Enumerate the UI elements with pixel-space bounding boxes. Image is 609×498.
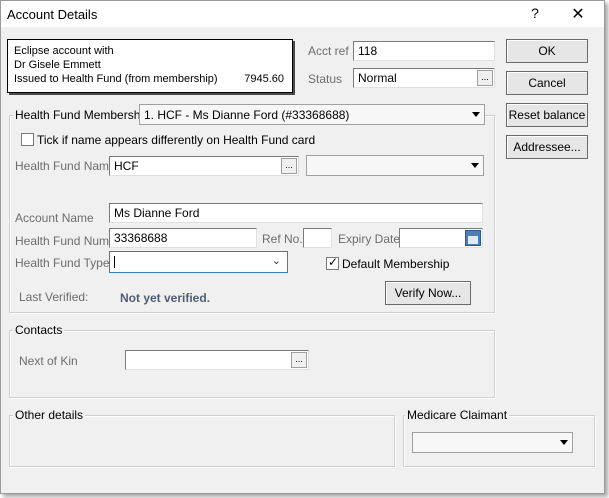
ok-button[interactable]: OK xyxy=(506,39,588,63)
account-details-dialog: Account Details ? ✕ Eclipse account with… xyxy=(0,0,605,494)
account-info-box: Eclipse account with Dr Gisele Emmett Is… xyxy=(7,39,293,93)
next-of-kin-label: Next of Kin xyxy=(19,354,78,368)
help-button[interactable]: ? xyxy=(525,5,545,23)
fund-name-input[interactable]: HCF ... xyxy=(109,156,299,176)
status-input[interactable]: Normal ... xyxy=(353,68,495,88)
addressee-button[interactable]: Addressee... xyxy=(506,135,588,159)
dialog-title: Account Details xyxy=(7,7,98,22)
reset-balance-button[interactable]: Reset balance xyxy=(506,103,588,127)
last-verified-value: Not yet verified. xyxy=(120,291,211,305)
close-button[interactable]: ✕ xyxy=(567,4,589,24)
verify-now-button[interactable]: Verify Now... xyxy=(385,281,471,305)
expiry-date-input[interactable] xyxy=(399,228,483,248)
tick-name-label: Tick if name appears differently on Heal… xyxy=(37,133,316,147)
ref-no-input[interactable] xyxy=(303,228,332,248)
other-details-title: Other details xyxy=(13,408,86,422)
membership-selected: 1. HCF - Ms Dianne Ford (#33368688) xyxy=(144,108,350,122)
calendar-icon[interactable] xyxy=(465,230,481,246)
fund-name-ellipsis-button[interactable]: ... xyxy=(281,158,297,174)
title-bar: Account Details ? ✕ xyxy=(1,1,604,27)
fund-name-value: HCF xyxy=(114,159,139,173)
last-verified-label: Last Verified: xyxy=(19,290,89,304)
chevron-down-icon xyxy=(560,440,568,445)
tick-name-checkbox[interactable] xyxy=(21,133,34,146)
ref-no-label: Ref No. xyxy=(262,232,303,246)
contacts-group-title: Contacts xyxy=(13,323,65,337)
account-name-label: Account Name xyxy=(15,211,94,225)
chevron-down-icon xyxy=(472,112,480,117)
expiry-date-label: Expiry Date xyxy=(338,232,401,246)
chevron-down-icon xyxy=(471,163,479,168)
status-label: Status xyxy=(308,72,343,86)
acct-ref-input[interactable]: 118 xyxy=(353,41,495,61)
cancel-button[interactable]: Cancel xyxy=(506,71,588,95)
acct-ref-label: Acct ref xyxy=(308,44,349,58)
status-value: Normal xyxy=(358,71,397,85)
info-line-2: Dr Gisele Emmett xyxy=(14,59,101,71)
info-amount: 7945.60 xyxy=(244,73,284,85)
chevron-down-icon: ⌄ xyxy=(271,255,281,267)
fund-name-label: Health Fund Name xyxy=(15,159,116,173)
status-ellipsis-button[interactable]: ... xyxy=(477,70,493,86)
text-caret xyxy=(114,255,115,268)
membership-select[interactable]: 1. HCF - Ms Dianne Ford (#33368688) xyxy=(139,104,485,125)
fund-type-select[interactable]: ⌄ xyxy=(109,251,288,273)
next-of-kin-ellipsis-button[interactable]: ... xyxy=(291,352,307,368)
fund-number-input[interactable]: 33368688 xyxy=(109,228,257,248)
other-details-group xyxy=(9,415,395,467)
account-name-input[interactable]: Ms Dianne Ford xyxy=(109,203,483,223)
next-of-kin-input[interactable]: ... xyxy=(125,350,309,370)
default-membership-checkbox[interactable] xyxy=(326,255,339,270)
info-line-3: Issued to Health Fund (from membership) xyxy=(14,73,218,85)
default-membership-label: Default Membership xyxy=(342,257,450,271)
membership-group-title: Health Fund Membership xyxy=(13,108,152,122)
fund-name-select[interactable] xyxy=(306,155,484,176)
info-line-1: Eclipse account with xyxy=(14,45,114,57)
fund-type-label: Health Fund Type xyxy=(15,256,110,270)
medicare-claimant-select[interactable] xyxy=(412,432,573,453)
medicare-group-title: Medicare Claimant xyxy=(405,408,510,422)
